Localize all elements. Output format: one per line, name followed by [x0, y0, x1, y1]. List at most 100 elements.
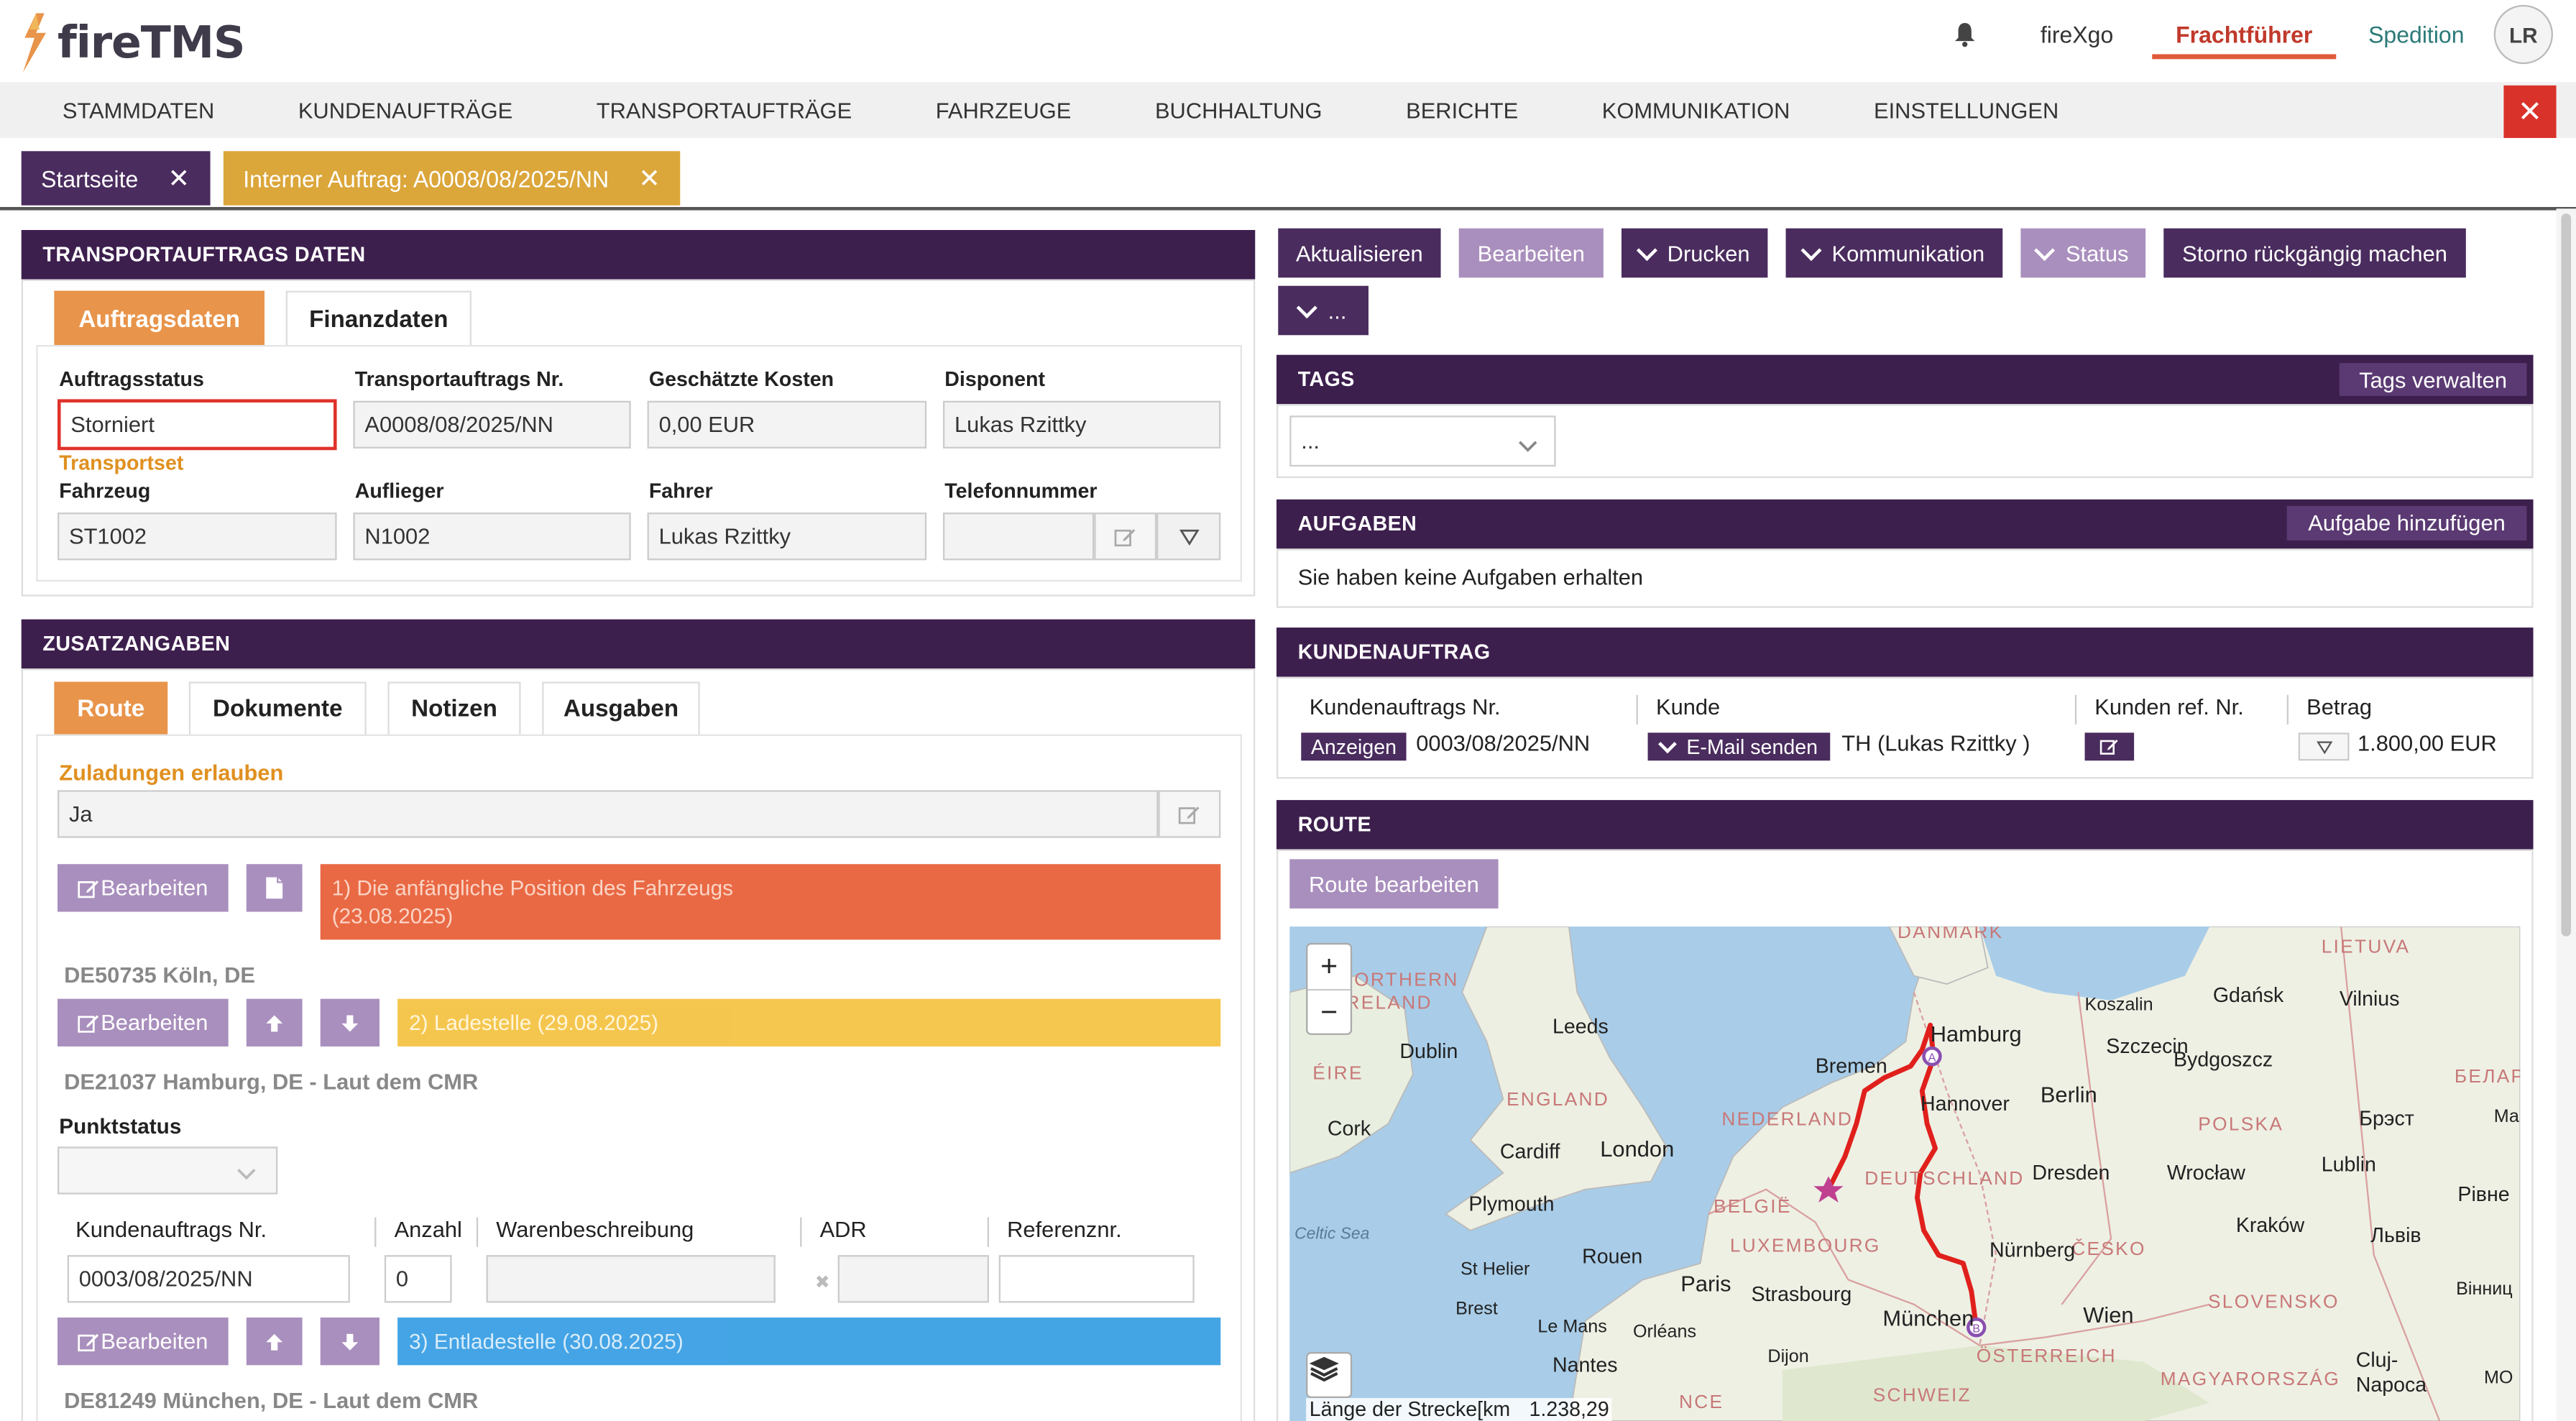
edit-stop-2-button[interactable]: Bearbeiten: [57, 998, 229, 1047]
send-email-label: E-Mail senden: [1686, 735, 1818, 758]
arrow-down-icon[interactable]: [320, 998, 380, 1047]
trailer-field[interactable]: N1002: [353, 512, 631, 561]
tab-dokumente[interactable]: Dokumente: [188, 681, 367, 735]
map-label: Vilnius: [2339, 987, 2400, 1011]
filter-icon[interactable]: [1156, 512, 1221, 561]
tab-auftragsdaten[interactable]: Auftragsdaten: [54, 290, 264, 347]
edit-icon[interactable]: [1158, 790, 1221, 838]
filter-icon[interactable]: [2298, 732, 2350, 761]
map-label: LUXEMBOURG: [1729, 1237, 1881, 1257]
nav-kommunikation[interactable]: KOMMUNIKATION: [1602, 98, 1790, 122]
document-icon[interactable]: [246, 864, 303, 912]
spedition-link[interactable]: Spedition: [2368, 22, 2464, 48]
map-label: Berlin: [2040, 1082, 2097, 1108]
status-field[interactable]: Storniert: [57, 399, 337, 451]
refresh-button[interactable]: Aktualisieren: [1278, 228, 1441, 278]
cargo-header-divider: [374, 1217, 377, 1247]
add-task-button[interactable]: Aufgabe hinzufügen: [2286, 505, 2527, 541]
customer-header-amount: Betrag: [2306, 694, 2373, 720]
cargo-header-divider: [476, 1217, 479, 1247]
map-label: Gdańsk: [2212, 984, 2284, 1008]
stop-3-bar[interactable]: 3) Entladestelle (30.08.2025): [397, 1317, 1221, 1366]
map-label: Kraków: [2235, 1214, 2305, 1238]
dispo-field[interactable]: Lukas Rzittky: [942, 400, 1221, 449]
close-icon[interactable]: ✕: [2503, 85, 2557, 138]
nr-field[interactable]: A0008/08/2025/NN: [353, 400, 631, 449]
communication-button[interactable]: Kommunikation: [1785, 228, 2003, 278]
arrow-down-icon[interactable]: [320, 1317, 380, 1366]
map-label: St Helier: [1460, 1260, 1530, 1280]
map-label: Le Mans: [1537, 1317, 1607, 1338]
cargo-ref-field[interactable]: [998, 1255, 1195, 1303]
arrow-up-icon[interactable]: [246, 1317, 303, 1366]
arrow-up-icon[interactable]: [246, 998, 303, 1047]
firexgo-link[interactable]: fireXgo: [2041, 22, 2113, 48]
status-button[interactable]: Status: [2020, 228, 2146, 278]
edit-icon[interactable]: [2084, 732, 2135, 761]
layers-icon[interactable]: [1306, 1352, 1353, 1399]
tab-route[interactable]: Route: [54, 681, 168, 735]
undo-cancel-button[interactable]: Storno rückgängig machen: [2163, 228, 2466, 278]
show-order-button[interactable]: Anzeigen: [1301, 732, 1407, 761]
vehicle-field[interactable]: ST1002: [57, 512, 337, 561]
bell-icon[interactable]: [1949, 18, 1982, 51]
print-button[interactable]: Drucken: [1621, 228, 1768, 278]
map-label: Cork: [1327, 1117, 1371, 1141]
tab-startseite[interactable]: Startseite ✕: [21, 151, 210, 206]
stop-1-address: DE50735 Köln, DE: [64, 962, 255, 988]
zoom-in-button[interactable]: +: [1307, 944, 1351, 991]
phone-field[interactable]: [942, 512, 1095, 561]
nav-fahrzeuge[interactable]: FAHRZEUGE: [936, 98, 1072, 122]
cargo-header-order: Kundenauftrags Nr.: [75, 1217, 267, 1242]
edit-stop-1-button[interactable]: Bearbeiten: [57, 864, 229, 912]
nav-einstellungen[interactable]: EINSTELLUNGEN: [1874, 98, 2058, 122]
close-icon[interactable]: ✕: [167, 162, 190, 195]
cargo-count-field[interactable]: 0: [384, 1255, 452, 1303]
stop-2-address: DE21037 Hamburg, DE - Laut dem CMR: [64, 1069, 479, 1095]
stop-1-bar[interactable]: 1) Die anfängliche Position des Fahrzeug…: [320, 864, 1221, 940]
customer-header-ref: Kunden ref. Nr.: [2094, 694, 2244, 720]
close-icon[interactable]: ✕: [638, 162, 661, 195]
tab-ausgaben[interactable]: Ausgaben: [542, 681, 700, 735]
cargo-order-field[interactable]: 0003/08/2025/NN: [67, 1255, 350, 1303]
stop-2-bar[interactable]: 2) Ladestelle (29.08.2025): [397, 998, 1221, 1047]
zoom-out-button[interactable]: −: [1307, 990, 1350, 1035]
driver-field[interactable]: Lukas Rzittky: [647, 512, 927, 561]
firetms-logo[interactable]: fireTMS: [19, 13, 245, 73]
point-status-select[interactable]: [57, 1146, 278, 1195]
communication-label: Kommunikation: [1831, 240, 1985, 266]
edit-stop-3-button[interactable]: Bearbeiten: [57, 1317, 229, 1366]
cargo-desc-field[interactable]: [486, 1255, 776, 1303]
nav-kundenauftraege[interactable]: KUNDENAUFTRÄGE: [298, 98, 512, 122]
point-status-label: Punktstatus: [59, 1113, 182, 1139]
nav-berichte[interactable]: BERICHTE: [1406, 98, 1518, 122]
tags-select[interactable]: ...: [1289, 415, 1556, 467]
nav-buchhaltung[interactable]: BUCHHALTUNG: [1155, 98, 1322, 122]
route-map[interactable]: A B DANMARK LIETUVA NORTHERN IRELAND ÉIR…: [1289, 926, 2521, 1421]
customer-header-divider: [1636, 694, 1638, 725]
manage-tags-button[interactable]: Tags verwalten: [2339, 363, 2527, 396]
edit-button[interactable]: Bearbeiten: [1458, 228, 1604, 278]
cargo-adr-field[interactable]: [837, 1255, 989, 1303]
nav-stammdaten[interactable]: STAMMDATEN: [63, 98, 214, 122]
map-label: SCHWEIZ: [1872, 1386, 1972, 1407]
send-email-button[interactable]: E-Mail senden: [1647, 732, 1831, 761]
tab-finanzdaten[interactable]: Finanzdaten: [285, 290, 472, 347]
tab-notizen[interactable]: Notizen: [387, 681, 521, 735]
status-label: Auftragsstatus: [59, 367, 204, 391]
driver-label: Fahrer: [648, 479, 713, 503]
scrollbar-thumb[interactable]: [2561, 213, 2572, 937]
edit-icon[interactable]: [1094, 512, 1157, 561]
allow-loads-field[interactable]: Ja: [57, 790, 1159, 838]
tab-interner-auftrag[interactable]: Interner Auftrag: A0008/08/2025/NN ✕: [223, 151, 681, 206]
cost-field[interactable]: 0,00 EUR: [647, 400, 927, 449]
nav-transportauftraege[interactable]: TRANSPORTAUFTRÄGE: [597, 98, 852, 122]
map-label: DANMARK: [1897, 926, 2004, 943]
avatar[interactable]: LR: [2493, 4, 2553, 65]
clear-icon[interactable]: ✖: [815, 1271, 830, 1292]
page-tabs: Startseite ✕ Interner Auftrag: A0008/08/…: [0, 151, 2576, 211]
map-label: Celtic Sea: [1294, 1225, 1370, 1244]
frachtfuehrer-link[interactable]: Frachtführer: [2153, 11, 2336, 59]
more-button[interactable]: ...: [1278, 285, 1368, 336]
edit-route-button[interactable]: Route bearbeiten: [1289, 859, 1499, 909]
